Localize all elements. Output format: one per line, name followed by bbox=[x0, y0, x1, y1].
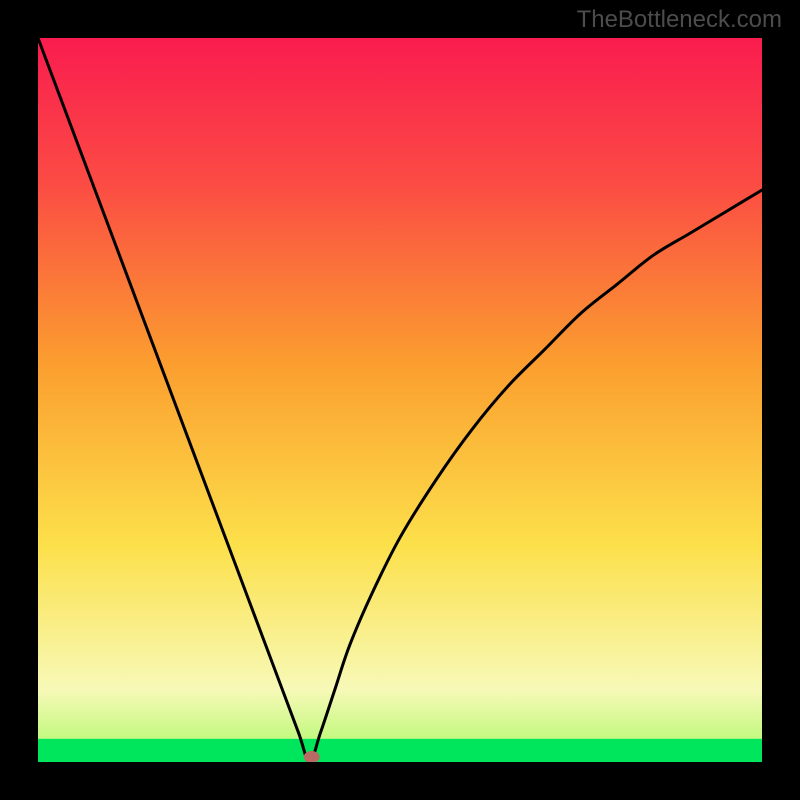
plot-svg bbox=[38, 38, 762, 762]
watermark-text: TheBottleneck.com bbox=[577, 6, 782, 34]
plot-area bbox=[38, 38, 762, 762]
chart-frame: TheBottleneck.com bbox=[0, 0, 800, 800]
bottleneck-curve bbox=[38, 38, 762, 762]
